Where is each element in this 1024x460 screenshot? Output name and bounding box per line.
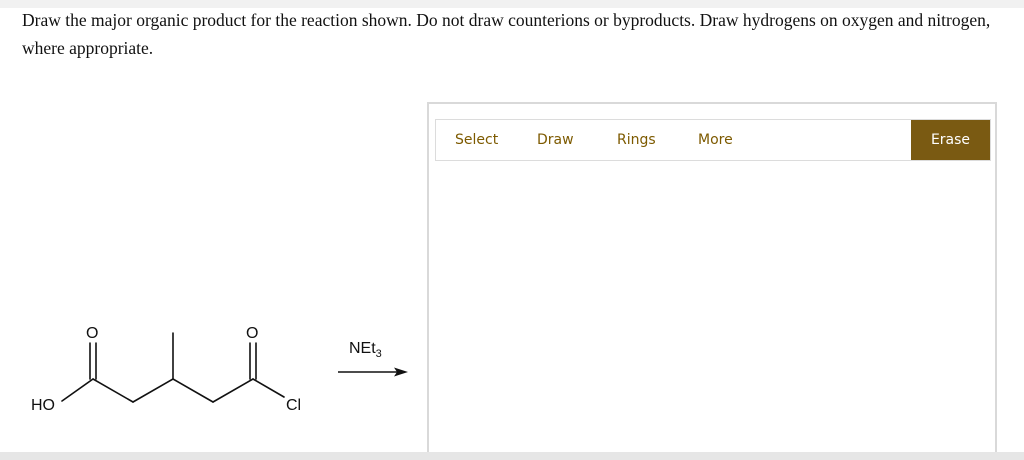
bond-c3-c4 [172,378,214,403]
bond-ho-c1 [61,378,94,402]
reagent-main: NEt [349,340,376,357]
hydroxyl-label: HO [31,397,55,414]
bond-c5-cl [252,378,285,398]
rings-tool-button[interactable]: Rings [617,120,656,160]
reagent-subscript: 3 [376,348,382,360]
bond-c2-c3 [132,378,174,403]
reactant-structure: O O HO Cl NEt3 [31,325,408,414]
more-tool-button[interactable]: More [698,120,733,160]
oxygen-label-left: O [86,325,98,342]
bottom-divider [0,452,1024,460]
reagent-label: NEt3 [349,340,382,360]
select-tool-button[interactable]: Select [455,120,498,160]
bond-c4-c5 [212,378,254,403]
question-prompt: Draw the major organic product for the r… [22,10,991,58]
reaction-arrow [338,367,408,377]
oxygen-label-right: O [246,325,258,342]
editor-toolbar: Select Draw Rings More Erase [435,119,991,161]
chlorine-label: Cl [286,397,301,414]
drawing-editor[interactable]: Select Draw Rings More Erase [427,102,997,460]
bond-c1-c2 [92,378,134,403]
draw-tool-button[interactable]: Draw [537,120,574,160]
erase-button[interactable]: Erase [911,120,990,160]
